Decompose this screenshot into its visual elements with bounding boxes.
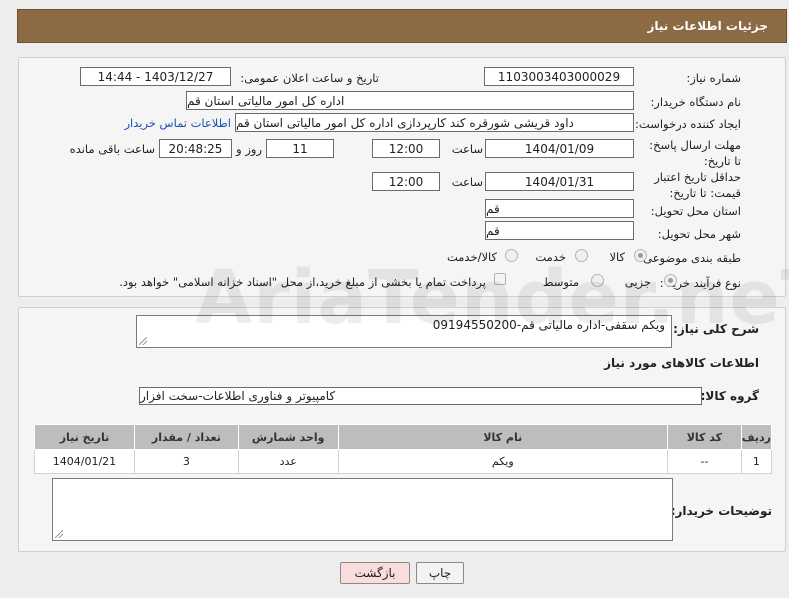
announce-date-label: تاریخ و ساعت اعلان عمومی: [240, 71, 379, 85]
back-button[interactable]: بازگشت [340, 562, 410, 584]
category-goods-service-label: کالا/خدمت [446, 250, 497, 264]
days-label: روز و [236, 142, 262, 156]
goods-group-field: کامپیوتر و فناوری اطلاعات-سخت افزار [139, 387, 702, 405]
validity-label: حداقل تاریخ اعتبار قیمت: تا تاریخ: [654, 170, 741, 200]
city-field: قم [485, 221, 634, 240]
validity-time-label: ساعت [451, 175, 483, 189]
buyer-notes-label: توضیحات خریدار: [670, 504, 772, 518]
description-text: ویکم سقفی-اداره مالیاتی قم-09194550200 [432, 318, 665, 332]
cell-row-number: 1 [740, 449, 773, 474]
creator-label: ایجاد کننده درخواست: [635, 117, 741, 131]
cell-goods-name: ویکم [337, 449, 668, 474]
col-need-date: تاریخ نیاز [34, 424, 135, 450]
process-medium-label: متوسط [542, 275, 579, 289]
deadline-label: مهلت ارسال پاسخ: تا تاریخ: [649, 138, 741, 168]
buyer-org-field: اداره کل امور مالیاتی استان قم [186, 91, 634, 110]
process-minor-label: جزیی [624, 275, 651, 289]
deadline-time-field: 12:00 [372, 139, 440, 158]
province-field: قم [485, 199, 634, 218]
col-goods-code: کد کالا [666, 424, 742, 450]
print-button[interactable]: چاپ [416, 562, 464, 584]
deadline-date-field: 1404/01/09 [485, 139, 634, 158]
category-service-radio[interactable] [575, 249, 588, 262]
remaining-time-field: 20:48:25 [159, 139, 232, 158]
description-textarea: ویکم سقفی-اداره مالیاتی قم-09194550200 [136, 315, 672, 348]
goods-table-header: ردیف کد کالا نام کالا واحد شمارش تعداد /… [34, 424, 773, 450]
category-goods-radio[interactable] [634, 249, 647, 262]
need-number-label: شماره نیاز: [686, 71, 741, 85]
cell-goods-code: -- [666, 449, 742, 474]
validity-time-field: 12:00 [372, 172, 440, 191]
announce-date-field: 1403/12/27 - 14:44 [80, 67, 231, 86]
col-unit: واحد شمارش [237, 424, 339, 450]
description-label: شرح کلی نیاز: [673, 322, 759, 336]
treasury-payment-note: پرداخت تمام یا بخشی از مبلغ خرید،از محل … [119, 275, 486, 289]
buyer-org-label: نام دستگاه خریدار: [650, 95, 741, 109]
buyer-contact-link[interactable]: اطلاعات تماس خریدار [124, 116, 231, 130]
remaining-time-label: ساعت باقی مانده [69, 142, 155, 156]
validity-date-field: 1404/01/31 [485, 172, 634, 191]
resize-grip-icon[interactable] [139, 337, 147, 345]
province-label: استان محل تحویل: [650, 204, 741, 218]
category-service-label: خدمت [535, 250, 566, 264]
days-field: 11 [266, 139, 334, 158]
goods-info-title: اطلاعات کالاهای مورد نیاز [604, 356, 759, 370]
col-goods-name: نام کالا [337, 424, 668, 450]
col-row-number: ردیف [740, 424, 773, 450]
goods-table: ردیف کد کالا نام کالا واحد شمارش تعداد /… [34, 424, 773, 474]
page-header: جزئیات اطلاعات نیاز [17, 9, 787, 43]
buyer-notes-textarea[interactable] [52, 478, 673, 541]
process-medium-radio[interactable] [591, 274, 604, 287]
category-label: طبقه بندی موضوعی: [639, 251, 741, 265]
category-goods-label: کالا [609, 250, 625, 264]
page-title: جزئیات اطلاعات نیاز [647, 19, 768, 33]
creator-field: داود قریشی شورقره کند کارپردازی اداره کل… [235, 113, 634, 132]
cell-quantity: 3 [133, 449, 239, 474]
treasury-payment-checkbox[interactable] [494, 273, 506, 285]
resize-grip-icon[interactable] [55, 530, 63, 538]
need-number-field: 1103003403000029 [484, 67, 634, 86]
process-minor-radio[interactable] [664, 274, 677, 287]
cell-unit: عدد [237, 449, 339, 474]
goods-group-label: گروه کالا: [700, 389, 759, 403]
col-quantity: تعداد / مقدار [133, 424, 239, 450]
city-label: شهر محل تحویل: [657, 227, 741, 241]
table-row: 1 -- ویکم عدد 3 1404/01/21 [34, 449, 773, 474]
deadline-time-label: ساعت [451, 142, 483, 156]
category-goods-service-radio[interactable] [505, 249, 518, 262]
cell-need-date: 1404/01/21 [34, 449, 135, 474]
